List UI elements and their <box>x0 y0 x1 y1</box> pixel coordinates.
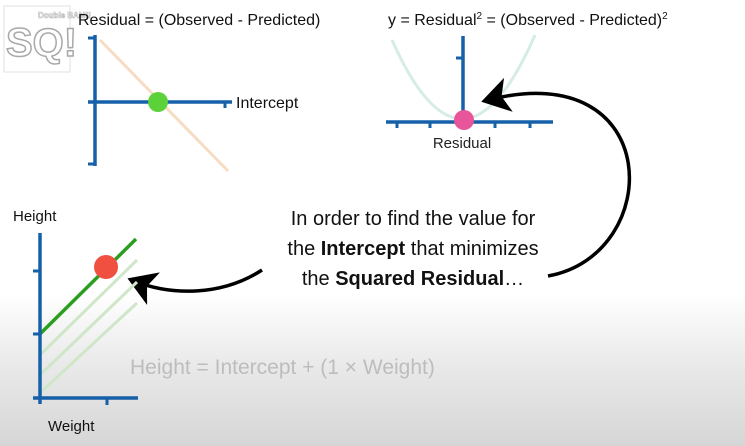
logo-text: SQ! <box>6 21 77 65</box>
fit-y-label: Height <box>13 208 57 225</box>
slide: SQ! Double BAM!! Residual = (Observed - … <box>0 0 745 446</box>
squared-residual-plot: y = Residual2 = (Observed - Predicted)2 … <box>386 11 668 152</box>
explanation-line-3: the Squared Residual… <box>302 268 524 290</box>
intercept-point <box>148 92 168 112</box>
data-point <box>94 255 118 279</box>
residual-plot: Residual = (Observed - Predicted) Interc… <box>78 12 320 173</box>
candidate-line <box>38 280 139 377</box>
squared-plot-title: y = Residual2 = (Observed - Predicted)2 <box>388 11 668 29</box>
squared-x-label: Residual <box>433 135 491 152</box>
residual-plot-title: Residual = (Observed - Predicted) <box>78 12 320 29</box>
candidate-line <box>38 258 139 357</box>
explanation-line-2: the Intercept that minimizes <box>287 238 538 260</box>
diagram-canvas: SQ! Double BAM!! Residual = (Observed - … <box>3 5 668 435</box>
explanation-text: In order to find the value for the Inter… <box>287 208 538 290</box>
minimum-point <box>454 110 474 130</box>
fit-equation: Height = Intercept + (1 × Weight) <box>130 356 435 379</box>
curved-arrow-icon <box>127 268 263 305</box>
explanation-line-1: In order to find the value for <box>291 208 536 230</box>
fit-x-label: Weight <box>48 418 95 435</box>
residual-x-label: Intercept <box>236 95 299 112</box>
candidate-line <box>38 301 139 395</box>
fitted-line <box>38 237 138 336</box>
